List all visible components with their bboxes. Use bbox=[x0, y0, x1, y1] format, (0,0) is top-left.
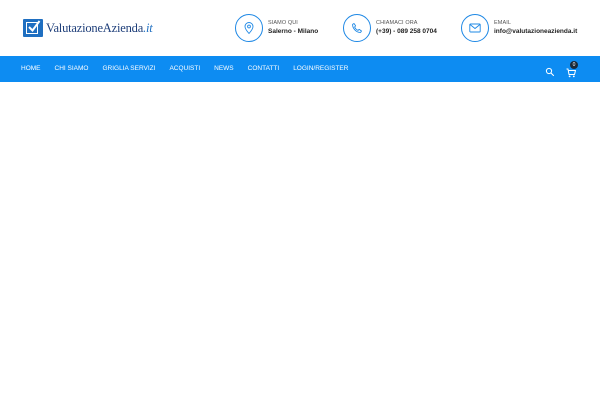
nav-item-acquisti[interactable]: ACQUISTI bbox=[162, 56, 207, 82]
nav-item-login-register[interactable]: LOGIN/REGISTER bbox=[286, 56, 355, 82]
nav-item-home[interactable]: HOME bbox=[14, 56, 48, 82]
site-logo[interactable]: ValutazioneAzienda.it bbox=[23, 18, 153, 38]
nav-menu: HOME CHI SIAMO GRIGLIA SERVIZI ACQUISTI … bbox=[14, 56, 355, 82]
phone-icon bbox=[343, 14, 371, 42]
contact-phone-label: CHIAMACI ORA bbox=[376, 19, 418, 26]
contact-phone: CHIAMACI ORA (+39) - 089 258 0704 bbox=[343, 14, 437, 42]
contact-email-value[interactable]: info@valutazioneazienda.it bbox=[494, 28, 577, 36]
nav-item-chi-siamo[interactable]: CHI SIAMO bbox=[48, 56, 96, 82]
cart-count-badge: 0 bbox=[570, 61, 578, 69]
nav-item-contatti[interactable]: CONTATTI bbox=[241, 56, 287, 82]
location-pin-icon bbox=[235, 14, 263, 42]
logo-text: ValutazioneAzienda.it bbox=[46, 20, 153, 35]
search-icon[interactable] bbox=[545, 64, 555, 77]
main-navbar: HOME CHI SIAMO GRIGLIA SERVIZI ACQUISTI … bbox=[0, 56, 600, 82]
nav-item-griglia-servizi[interactable]: GRIGLIA SERVIZI bbox=[95, 56, 162, 82]
nav-item-news[interactable]: NEWS bbox=[207, 56, 241, 82]
checkbox-logo-icon bbox=[23, 19, 43, 37]
contact-location-label: SIAMO QUI bbox=[268, 19, 298, 26]
contact-email-label: EMAIL bbox=[494, 19, 512, 26]
contact-location: SIAMO QUI Salerno - Milano bbox=[235, 14, 318, 42]
main-content bbox=[0, 82, 600, 400]
envelope-icon bbox=[461, 14, 489, 42]
contact-phone-value[interactable]: (+39) - 089 258 0704 bbox=[376, 28, 437, 36]
contact-location-value: Salerno - Milano bbox=[268, 28, 319, 35]
contact-email: EMAIL info@valutazioneazienda.it bbox=[461, 14, 577, 42]
site-header: ValutazioneAzienda.it SIAMO QUI Salerno … bbox=[0, 0, 600, 56]
